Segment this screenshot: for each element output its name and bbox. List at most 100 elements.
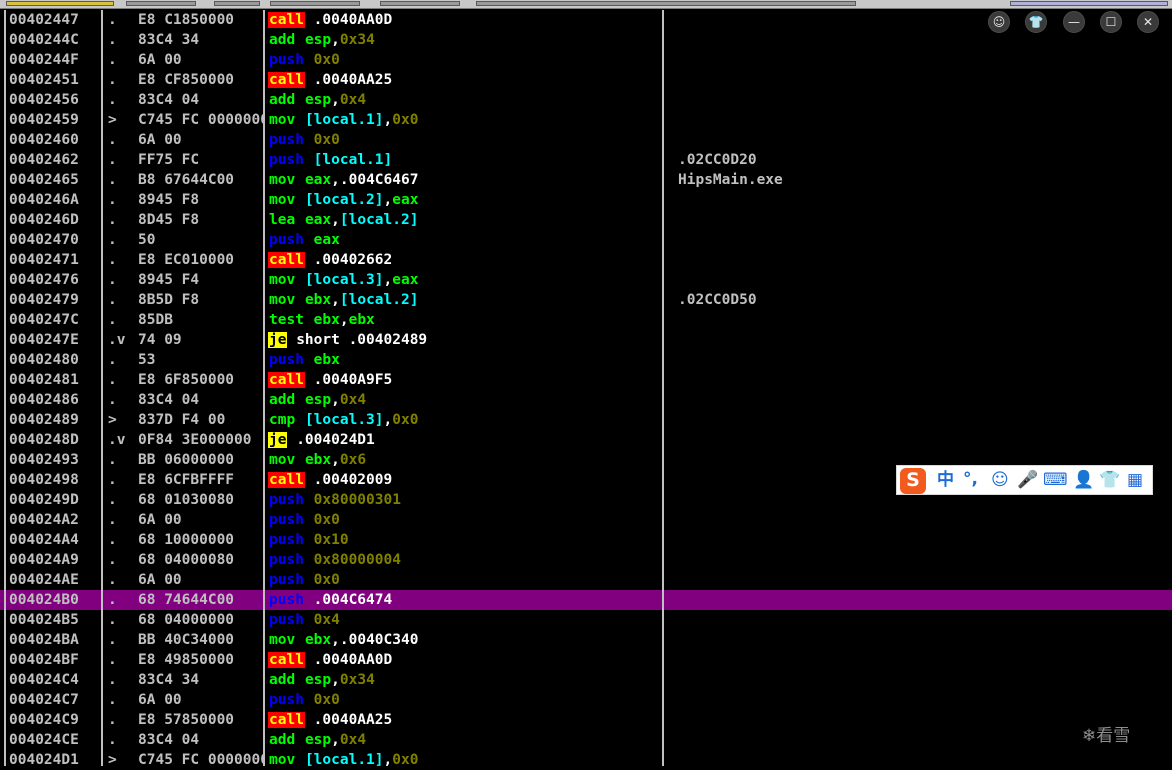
disasm-row[interactable]: 00402470. 50 push eax — [0, 230, 1172, 250]
disasm-row[interactable]: 004024CE. 83C4 04 add esp,0x4 — [0, 730, 1172, 750]
user-icon[interactable]: 👤 — [1073, 470, 1094, 490]
skin-icon[interactable]: 👕 — [1099, 470, 1120, 490]
jump-marker: . — [108, 572, 117, 588]
snowflake-icon: ❄ — [1082, 726, 1097, 746]
mnemonic: lea — [269, 212, 296, 228]
chat-icon[interactable]: ☺ — [988, 11, 1010, 33]
disasm-row[interactable]: 00402456. 83C4 04 add esp,0x4 — [0, 90, 1172, 110]
disasm-row[interactable]: 0040246D. 8D45 F8 lea eax,[local.2] — [0, 210, 1172, 230]
disasm-row[interactable]: 004024A2. 6A 00 push 0x0 — [0, 510, 1172, 530]
disasm-row[interactable]: 004024C4. 83C4 34 add esp,0x34 — [0, 670, 1172, 690]
jump-marker: . — [108, 452, 117, 468]
ime-punctuation-toggle[interactable]: °, — [963, 469, 978, 489]
operand: 0x4 — [313, 612, 340, 628]
skin-icon[interactable]: 👕 — [1025, 11, 1047, 33]
microphone-icon[interactable]: 🎤 — [1017, 470, 1038, 490]
disasm-row[interactable]: 004024C9. E8 57850000 call .0040AA25 — [0, 710, 1172, 730]
minimize-icon[interactable]: — — [1063, 11, 1085, 33]
disasm-row[interactable]: 00402460. 6A 00 push 0x0 — [0, 130, 1172, 150]
mnemonic: cmp — [269, 412, 296, 428]
disasm-cell: call .0040AA25 — [268, 70, 658, 90]
ime-toolbar[interactable]: S 中 °, ☺ 🎤 ⌨ 👤 👕 ▦ — [896, 465, 1153, 495]
jump-marker: . — [108, 472, 117, 488]
disasm-row[interactable]: 004024B5. 68 04000000 push 0x4 — [0, 610, 1172, 630]
ime-language-toggle[interactable]: 中 — [937, 470, 954, 490]
toolbox-icon[interactable]: ▦ — [1127, 470, 1143, 490]
address-cell: 004024C7 — [9, 692, 79, 708]
hex-cell: 68 04000080 — [138, 552, 235, 568]
disasm-row[interactable]: 00402480. 53 push ebx — [0, 350, 1172, 370]
operand: 0x4 — [339, 392, 367, 408]
mnemonic: mov — [269, 272, 296, 288]
disasm-row[interactable]: 004024AE. 6A 00 push 0x0 — [0, 570, 1172, 590]
disasm-row[interactable]: 0040248D .v 0F84 3E000000 je .004024D1 — [0, 430, 1172, 450]
operand: , — [331, 632, 340, 648]
operand: 0x0 — [313, 132, 340, 148]
hex-cell: 83C4 04 — [138, 92, 200, 108]
comment-cell: HipsMain.exe — [678, 172, 783, 188]
disasm-row[interactable]: 004024BA. BB 40C34000 mov ebx,.0040C340 — [0, 630, 1172, 650]
toolbar-segment — [380, 1, 460, 6]
maximize-icon[interactable]: ☐ — [1100, 11, 1122, 33]
operand: ebx — [304, 292, 332, 308]
hex-cell: 50 — [138, 232, 156, 248]
mnemonic: call — [268, 72, 305, 88]
disasm-row[interactable]: 004024A9. 68 04000080 push 0x80000004 — [0, 550, 1172, 570]
disasm-row[interactable]: 00402476. 8945 F4 mov [local.3],eax — [0, 270, 1172, 290]
column-divider — [101, 10, 103, 766]
toolbar-strip — [0, 0, 1172, 9]
hex-cell: 74 09 — [138, 332, 182, 348]
address-cell: 00402476 — [9, 272, 79, 288]
mnemonic: call — [268, 372, 305, 388]
disasm-row[interactable]: 0040247C. 85DB test ebx,ebx — [0, 310, 1172, 330]
hex-cell: 68 04000000 — [138, 612, 235, 628]
disasm-row[interactable]: 0040244F. 6A 00 push 0x0 — [0, 50, 1172, 70]
emoji-icon[interactable]: ☺ — [991, 470, 1009, 490]
disasm-row[interactable]: 00402489 >837D F4 00 cmp [local.3],0x0 — [0, 410, 1172, 430]
disasm-row[interactable]: 0040246A. 8945 F8 mov [local.2],eax — [0, 190, 1172, 210]
disasm-row[interactable]: 004024BF. E8 49850000 call .0040AA0D — [0, 650, 1172, 670]
hex-cell: 85DB — [138, 312, 173, 328]
operand: [local.1] — [304, 112, 384, 128]
disasm-row[interactable]: 0040247E .v 74 09 je short .00402489 — [0, 330, 1172, 350]
jump-marker: . — [108, 92, 117, 108]
jump-marker: . — [108, 152, 117, 168]
operand: 0x0 — [313, 512, 340, 528]
disasm-row[interactable]: 00402486. 83C4 04 add esp,0x4 — [0, 390, 1172, 410]
operand: ebx — [304, 632, 332, 648]
operand: .004024D1 — [296, 432, 375, 448]
mnemonic: mov — [269, 192, 296, 208]
sogou-logo-icon[interactable]: S — [900, 468, 926, 494]
jump-marker: . — [108, 192, 117, 208]
operand: , — [383, 272, 393, 288]
operand: , — [331, 212, 340, 228]
operand: , — [339, 312, 349, 328]
mnemonic: push — [269, 552, 304, 568]
operand: 0x4 — [339, 92, 367, 108]
keyboard-icon[interactable]: ⌨ — [1043, 470, 1068, 490]
disasm-cell: mov eax,.004C6467 — [268, 170, 658, 190]
jump-marker: . — [108, 252, 117, 268]
disasm-cell: lea eax,[local.2] — [268, 210, 658, 230]
hex-cell: BB 06000000 — [138, 452, 235, 468]
disasm-row[interactable]: 004024A4. 68 10000000 push 0x10 — [0, 530, 1172, 550]
disasm-row[interactable]: 00402459 > C745 FC 00000000 mov [local.1],0… — [0, 110, 1172, 130]
disassembly-pane[interactable]: 00402447. E8 C1850000 call .0040AA0D 004024… — [0, 10, 1172, 768]
disasm-row[interactable]: 00402471. E8 EC010000 call .00402662 — [0, 250, 1172, 270]
disasm-row[interactable]: 004024B0. 68 74644C00 push .004C6474 — [0, 590, 1172, 610]
operand: esp — [304, 392, 332, 408]
disasm-cell: push ebx — [268, 350, 658, 370]
disasm-row[interactable]: 004024C7. 6A 00 push 0x0 — [0, 690, 1172, 710]
disasm-cell: cmp [local.3],0x0 — [268, 410, 658, 430]
hex-cell: 68 01030080 — [138, 492, 235, 508]
close-icon[interactable]: ✕ — [1137, 11, 1159, 33]
disasm-row[interactable]: 0040244C. 83C4 34 add esp,0x34 — [0, 30, 1172, 50]
disasm-row[interactable]: 00402462. FF75 FC push [local.1] .02CC0D20 — [0, 150, 1172, 170]
disasm-row[interactable]: 00402481. E8 6F850000 call .0040A9F5 — [0, 370, 1172, 390]
operand: , — [383, 412, 393, 428]
disasm-row[interactable]: 00402479. 8B5D F8 mov ebx,[local.2] .02CC0D… — [0, 290, 1172, 310]
disasm-row[interactable]: 00402451. E8 CF850000 call .0040AA25 — [0, 70, 1172, 90]
disasm-cell: add esp,0x4 — [268, 730, 658, 750]
disasm-row[interactable]: 00402465. B8 67644C00 mov eax,.004C6467 Hip… — [0, 170, 1172, 190]
disasm-row[interactable]: 004024D1 > C745 FC 00000000 mov [local.1],0… — [0, 750, 1172, 770]
